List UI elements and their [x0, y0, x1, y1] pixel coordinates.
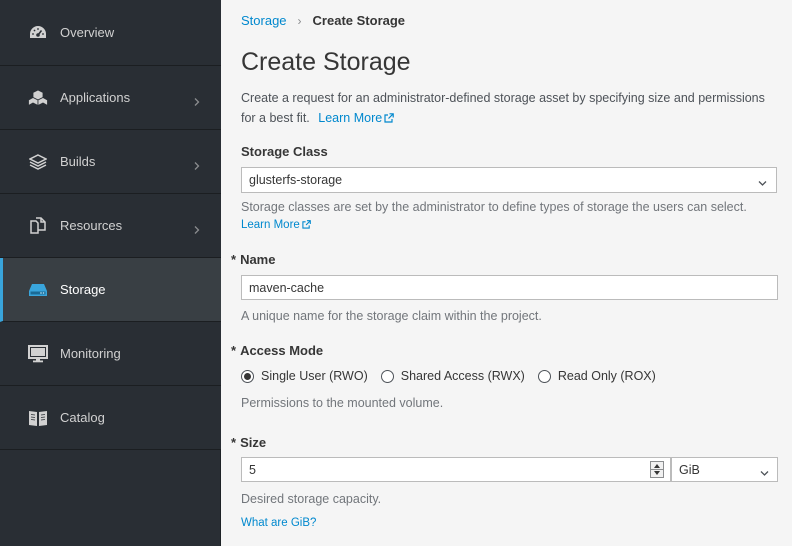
page-description: Create a request for an administrator-de…: [241, 88, 781, 129]
sidebar-item-resources[interactable]: Resources: [0, 194, 221, 258]
access-mode-rwx-radio[interactable]: Shared Access (RWX): [380, 369, 525, 383]
name-help: A unique name for the storage claim with…: [241, 309, 542, 323]
sidebar-item-label: Monitoring: [60, 346, 121, 361]
page-title: Create Storage: [241, 48, 411, 76]
breadcrumb-storage-link[interactable]: Storage: [241, 13, 287, 28]
chevron-right-icon: [193, 94, 201, 106]
size-unit-select[interactable]: GiB: [671, 457, 778, 482]
learn-more-link[interactable]: Learn More: [318, 111, 395, 125]
layers-icon: [28, 152, 48, 172]
learn-more-label: Learn More: [318, 111, 383, 125]
sidebar-item-catalog[interactable]: Catalog: [0, 386, 221, 450]
radio-indicator[interactable]: [537, 369, 551, 383]
learn-more-label: Learn More: [241, 219, 300, 231]
chevron-right-icon: [193, 158, 201, 170]
size-stepper[interactable]: [650, 461, 664, 478]
sidebar-item-overview[interactable]: Overview: [0, 0, 221, 66]
main-content: Storage › Create Storage Create Storage …: [221, 0, 792, 546]
required-marker: *: [231, 435, 237, 450]
sidebar-item-monitoring[interactable]: Monitoring: [0, 322, 221, 386]
hard-drive-icon: [28, 280, 48, 300]
sidebar-item-label: Builds: [60, 154, 96, 169]
sidebar-nav: Overview Applications Builds Resources S…: [0, 0, 221, 546]
dashboard-icon: [28, 23, 48, 43]
stepper-divider: [651, 469, 663, 470]
stepper-up-icon[interactable]: [654, 464, 660, 468]
breadcrumb-separator: ›: [297, 13, 302, 28]
breadcrumb-current: Create Storage: [312, 13, 406, 28]
storage-class-help: Storage classes are set by the administr…: [241, 200, 747, 214]
access-mode-rox-radio[interactable]: Read Only (ROX): [537, 369, 656, 383]
sidebar-item-storage[interactable]: Storage: [0, 258, 221, 322]
book-icon: [28, 408, 48, 428]
what-are-gib-link[interactable]: What are GiB?: [241, 517, 316, 529]
copy-files-icon: [28, 216, 48, 236]
sidebar-item-builds[interactable]: Builds: [0, 130, 221, 194]
chevron-right-icon: [193, 222, 201, 234]
stepper-down-icon[interactable]: [654, 471, 660, 475]
size-help: Desired storage capacity.: [241, 492, 382, 506]
radio-label: Single User (RWO): [261, 369, 368, 383]
chevron-down-icon: [758, 176, 767, 190]
size-value: 5: [249, 462, 256, 477]
access-mode-radio-group: Single User (RWO) Shared Access (RWX) Re…: [241, 369, 669, 383]
chevron-down-icon: [760, 466, 769, 480]
sidebar-item-label: Catalog: [60, 410, 105, 425]
external-link-icon: [384, 109, 395, 129]
radio-label: Read Only (ROX): [557, 369, 656, 383]
storage-class-learn-more-link[interactable]: Learn More: [241, 219, 311, 232]
access-mode-label-text: Access Mode: [240, 343, 324, 358]
size-unit-value: GiB: [679, 462, 700, 477]
name-label-text: Name: [240, 252, 276, 267]
size-label-text: Size: [240, 435, 267, 450]
cubes-icon: [28, 88, 48, 108]
sidebar-item-applications[interactable]: Applications: [0, 66, 221, 130]
monitor-icon: [28, 344, 48, 364]
radio-label: Shared Access (RWX): [400, 369, 525, 383]
storage-class-select[interactable]: glusterfs-storage: [241, 167, 777, 193]
breadcrumb: Storage › Create Storage: [241, 13, 405, 28]
storage-class-value: glusterfs-storage: [249, 173, 343, 187]
access-mode-rwo-radio[interactable]: Single User (RWO): [241, 369, 368, 383]
access-mode-help: Permissions to the mounted volume.: [241, 396, 444, 410]
sidebar-item-label: Resources: [60, 218, 123, 233]
radio-indicator[interactable]: [380, 369, 394, 383]
sidebar-item-label: Overview: [60, 25, 115, 40]
external-link-icon: [302, 220, 311, 232]
sidebar-item-label: Storage: [60, 282, 106, 297]
sidebar-item-label: Applications: [60, 90, 131, 105]
required-marker: *: [231, 343, 237, 358]
storage-class-label: Storage Class: [241, 144, 328, 159]
size-label: * Size: [231, 435, 266, 450]
required-marker: *: [231, 252, 237, 267]
size-input[interactable]: 5: [241, 457, 671, 482]
name-label: * Name: [231, 252, 275, 267]
radio-selected-indicator[interactable]: [241, 369, 254, 383]
access-mode-label: * Access Mode: [231, 343, 323, 358]
name-input[interactable]: [241, 275, 778, 300]
